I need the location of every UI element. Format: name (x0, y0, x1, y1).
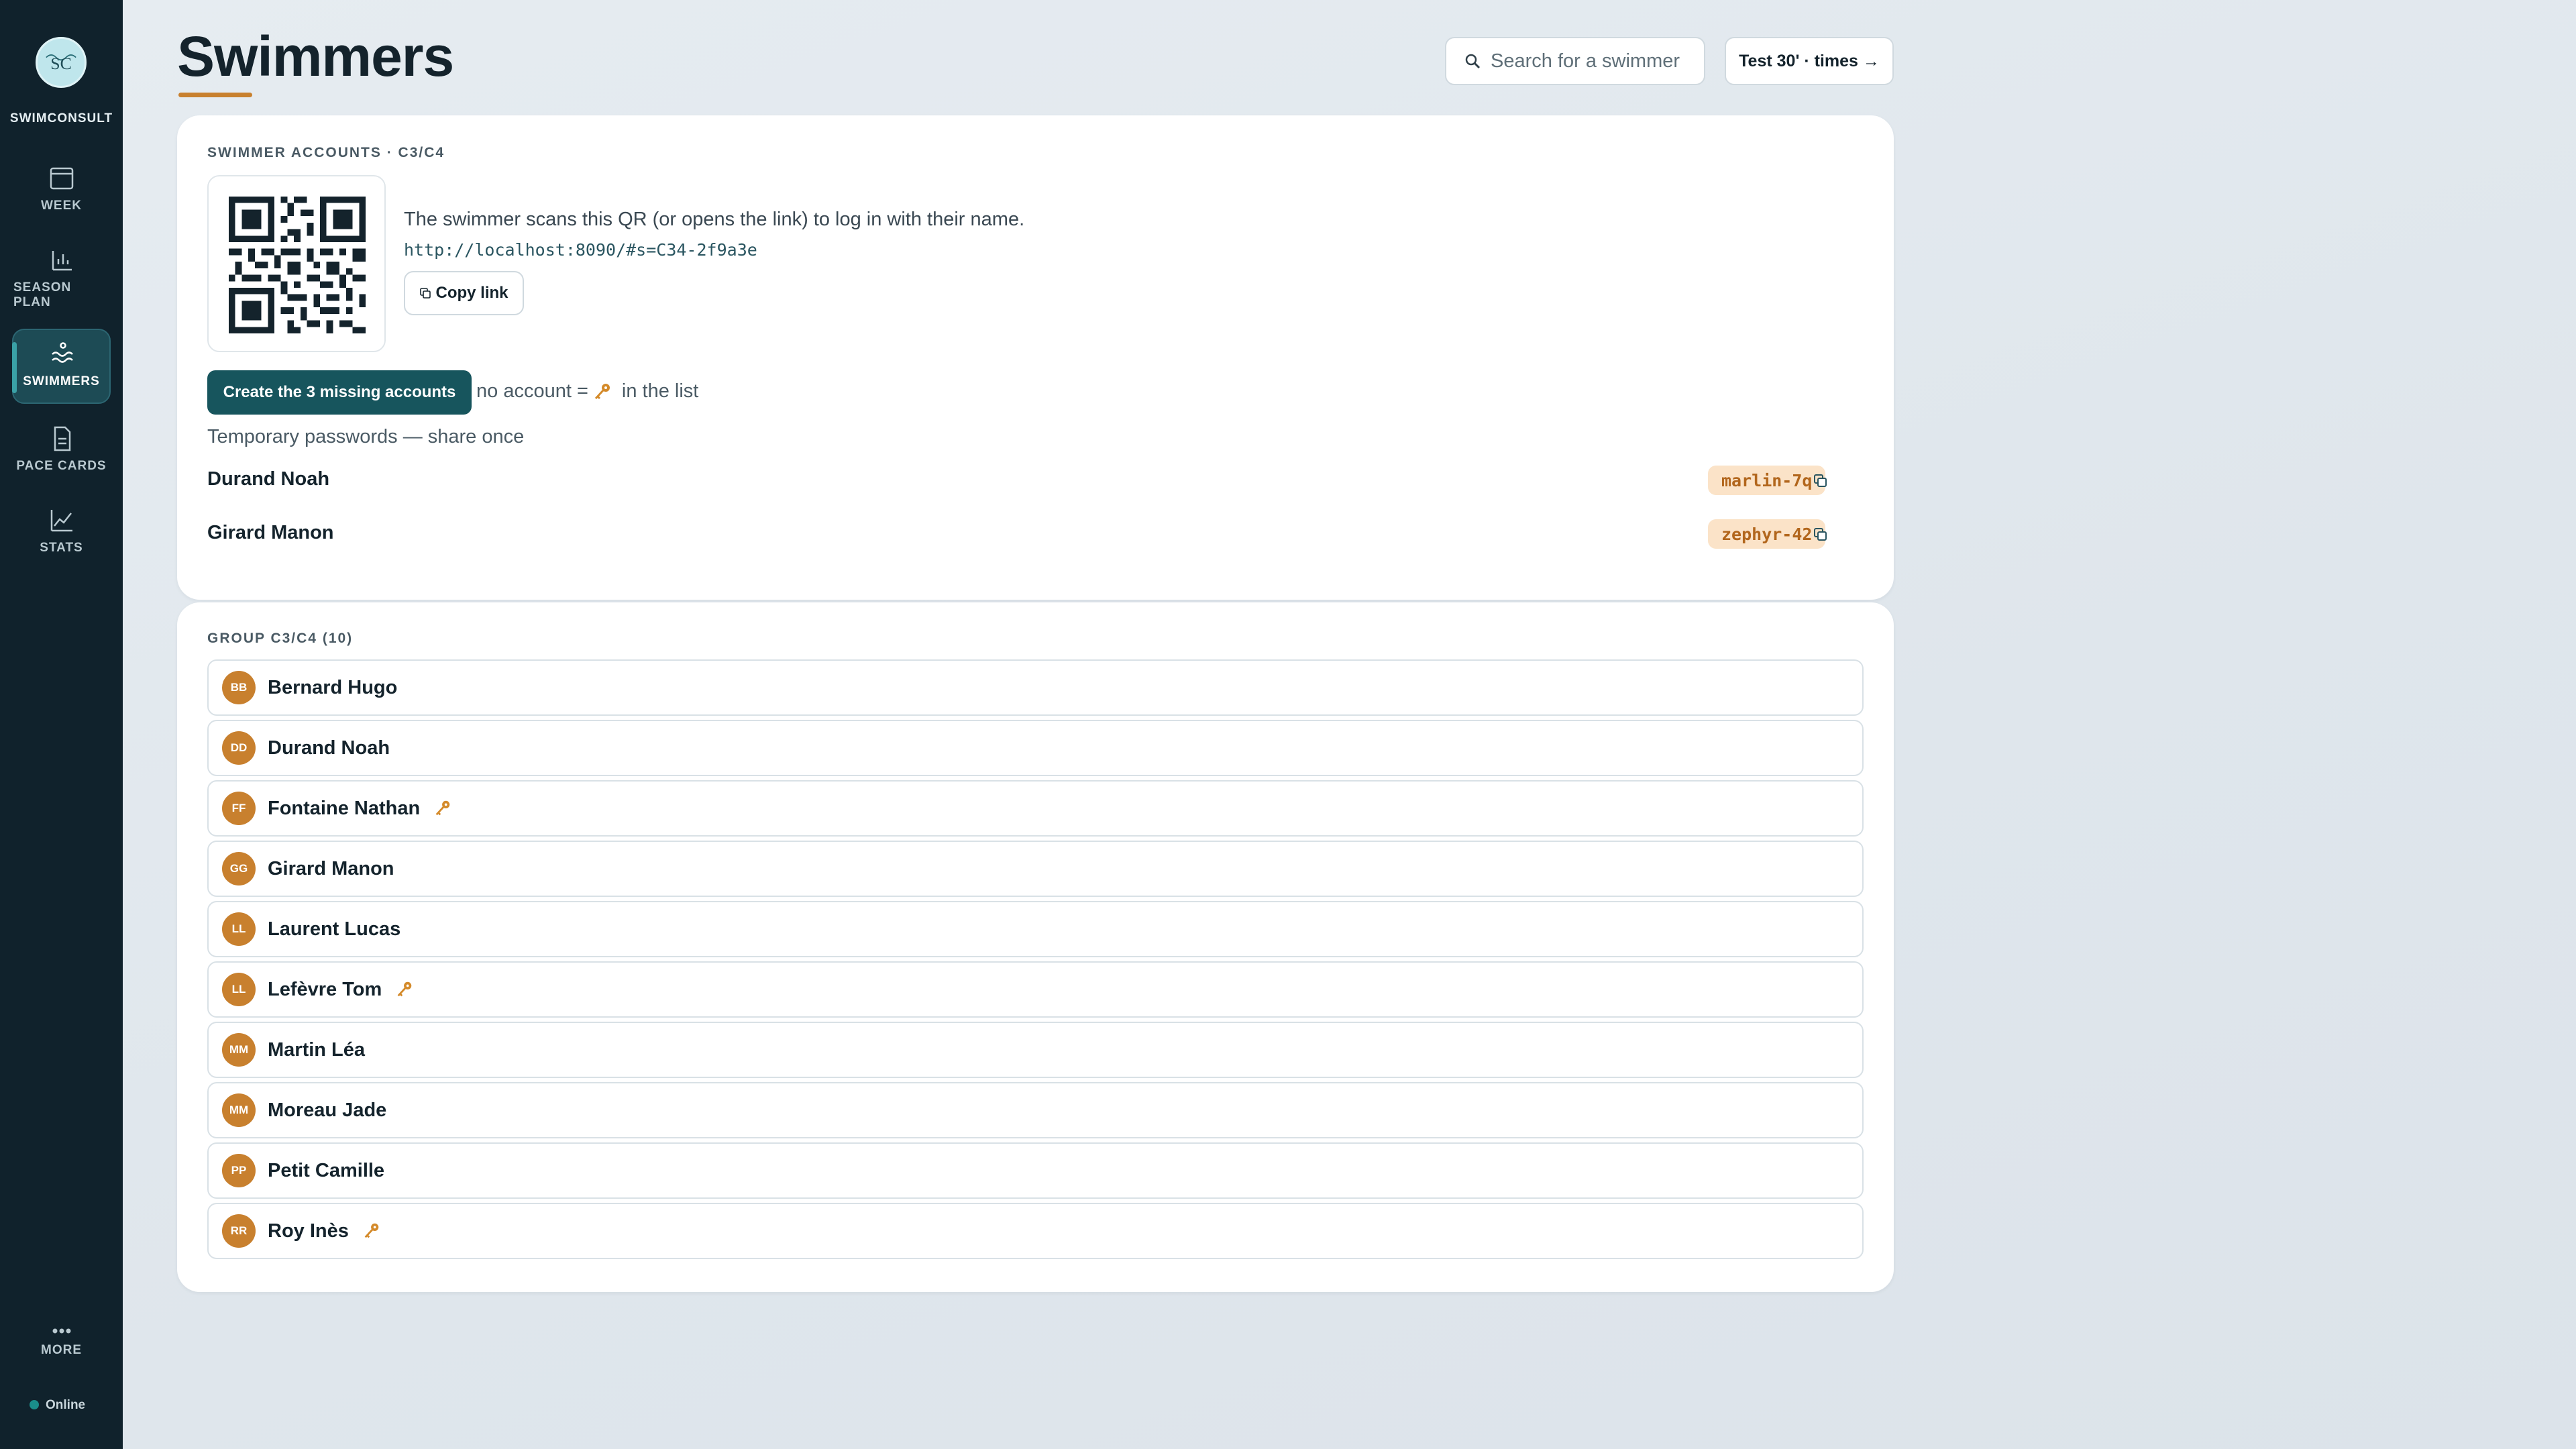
nav-item-more[interactable]: MORE (12, 1324, 111, 1371)
key-icon (435, 800, 450, 816)
swimmer-name: Petit Camille (268, 1159, 385, 1181)
section-label: GROUP C3/C4 (10) (207, 631, 354, 646)
page-title: Swimmers (177, 25, 454, 88)
nav-item-stats[interactable]: STATS (12, 506, 111, 559)
qr-code (207, 175, 386, 352)
password-swimmer-name: Girard Manon (207, 522, 334, 543)
copy-password-icon[interactable] (1811, 525, 1831, 545)
sidebar: SC SWIMCONSULT WEEK SEASON PLAN SWIMMERS (0, 0, 123, 1449)
temp-password: marlin-7q (1708, 466, 1826, 495)
connection-status: Online (30, 1398, 85, 1413)
copy-icon (420, 288, 431, 299)
swimmer-name: Bernard Hugo (268, 676, 398, 698)
swimmer-row[interactable]: MM Moreau Jade (207, 1082, 1864, 1138)
legend-suffix: in the list (621, 380, 699, 402)
title-underline (178, 93, 252, 97)
nav-item-season-plan[interactable]: SEASON PLAN (12, 246, 111, 313)
status-text: Online (46, 1398, 86, 1412)
svg-text:SC: SC (50, 54, 72, 73)
key-icon (594, 383, 610, 399)
copy-link-button[interactable]: Copy link (404, 271, 524, 315)
swimmer-row[interactable]: FF Fontaine Nathan (207, 780, 1864, 837)
swimmer-row[interactable]: BB Bernard Hugo (207, 659, 1864, 716)
avatar: BB (222, 671, 256, 704)
status-dot-icon (30, 1400, 39, 1409)
swimmer-accounts-card: SWIMMER ACCOUNTS · C3/C4 The swimmer sca… (177, 115, 1894, 600)
swimmer-row[interactable]: LL Laurent Lucas (207, 901, 1864, 957)
bar-chart-icon (52, 251, 72, 271)
nav-item-swimmers[interactable]: SWIMMERS (12, 329, 111, 404)
brand-name: SWIMCONSULT (9, 111, 113, 125)
swimmer-name: Roy Inès (268, 1220, 349, 1242)
password-swimmer-name: Durand Noah (207, 468, 330, 490)
swimmer-row[interactable]: DD Durand Noah (207, 720, 1864, 776)
swimmer-name: Girard Manon (268, 857, 394, 879)
qr-description: The swimmer scans this QR (or opens the … (404, 209, 1025, 230)
qr-code-icon (229, 197, 366, 333)
avatar: GG (222, 852, 256, 885)
copy-link-label: Copy link (435, 284, 508, 302)
line-chart-icon (50, 510, 72, 532)
login-link[interactable]: http://localhost:8090/#s=C34-2f9a3e (404, 240, 757, 260)
avatar: RR (222, 1214, 256, 1248)
nav-label: STATS (40, 541, 83, 555)
temp-passwords-label: Temporary passwords — share once (207, 426, 525, 447)
key-icon (397, 981, 412, 997)
swimmer-row[interactable]: RR Roy Inès (207, 1203, 1864, 1259)
swimmer-row[interactable]: MM Martin Léa (207, 1022, 1864, 1078)
swimmer-name: Fontaine Nathan (268, 797, 421, 819)
section-label: SWIMMER ACCOUNTS · C3/C4 (207, 145, 445, 160)
nav-label: SWIMMERS (23, 374, 100, 388)
avatar: MM (222, 1033, 256, 1067)
password-row: Girard Manon zephyr-42 (207, 513, 1847, 553)
password-row: Durand Noah marlin-7q (207, 459, 1847, 499)
swimmer-name: Moreau Jade (268, 1099, 387, 1121)
calendar-icon (50, 167, 73, 190)
create-missing-accounts-button[interactable]: Create the 3 missing accounts (207, 370, 472, 415)
search-input[interactable] (1491, 50, 1692, 72)
avatar: DD (222, 731, 256, 765)
swimconsult-logo-icon: SC (46, 54, 76, 73)
test-times-button[interactable]: Test 30' · times → (1725, 37, 1894, 85)
key-icon (364, 1223, 379, 1238)
app-logo[interactable]: SC (36, 37, 87, 88)
no-account-legend: no account = in the list (476, 380, 698, 402)
nav-label: SEASON PLAN (13, 280, 72, 309)
avatar: LL (222, 973, 256, 1006)
copy-password-icon[interactable] (1811, 471, 1831, 491)
avatar: LL (222, 912, 256, 946)
temp-password: zephyr-42 (1708, 519, 1826, 549)
swimmer-name: Laurent Lucas (268, 918, 401, 940)
search-box[interactable] (1445, 37, 1705, 85)
nav-item-week[interactable]: WEEK (12, 164, 111, 217)
document-icon (54, 426, 70, 451)
swimmer-name: Martin Léa (268, 1038, 366, 1061)
avatar: FF (222, 792, 256, 825)
avatar: MM (222, 1093, 256, 1127)
waves-icon (51, 342, 73, 363)
swimmer-name: Lefèvre Tom (268, 978, 382, 1000)
search-icon (1465, 54, 1481, 69)
nav-item-pace-cards[interactable]: PACE CARDS (12, 424, 111, 478)
avatar: PP (222, 1154, 256, 1187)
nav-label: WEEK (41, 199, 82, 213)
swimmer-name: Durand Noah (268, 737, 390, 759)
more-dots-icon (52, 1328, 70, 1334)
nav-label: MORE (41, 1343, 82, 1357)
legend-prefix: no account = (476, 380, 588, 402)
nav-label: PACE CARDS (16, 459, 107, 473)
swimmer-row[interactable]: GG Girard Manon (207, 841, 1864, 897)
group-card: GROUP C3/C4 (10) BB Bernard Hugo DD Durand … (177, 602, 1894, 1292)
swimmer-row[interactable]: LL Lefèvre Tom (207, 961, 1864, 1018)
swimmer-row[interactable]: PP Petit Camille (207, 1142, 1864, 1199)
